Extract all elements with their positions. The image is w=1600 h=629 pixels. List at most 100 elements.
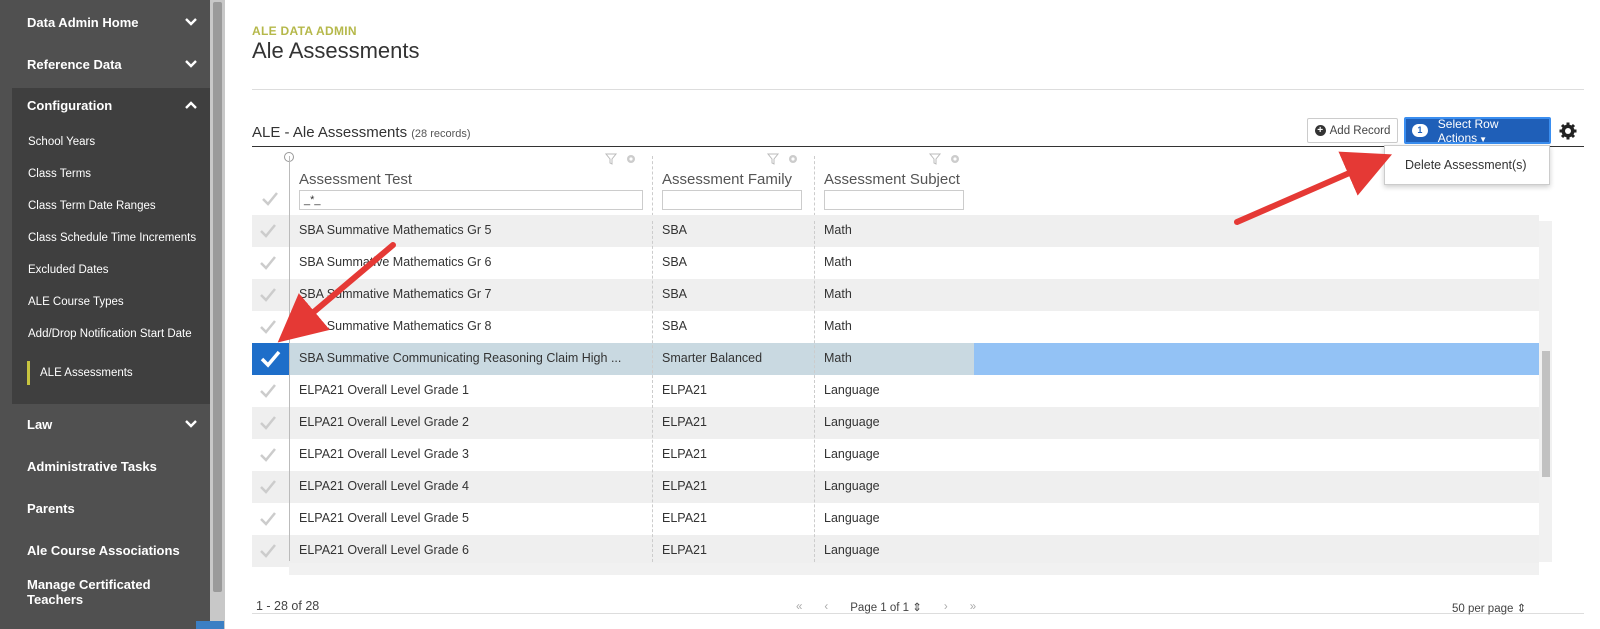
nav-ale-assessments[interactable]: ALE Assessments xyxy=(40,357,133,389)
divider xyxy=(289,156,290,561)
row-check-icon[interactable] xyxy=(258,446,278,464)
table-row[interactable]: SBA Summative Mathematics Gr 8 SBA Math xyxy=(252,311,1539,343)
row-check-icon[interactable] xyxy=(258,318,278,336)
pager-controls: « ‹ Page 1 of 1 ⇕ › » xyxy=(796,600,976,614)
grid-title-text: ALE - Ale Assessments xyxy=(252,124,408,141)
add-record-label: Add Record xyxy=(1329,124,1391,137)
row-check-icon[interactable] xyxy=(258,222,278,240)
nav-ale-course-types[interactable]: ALE Course Types xyxy=(28,286,124,318)
nav-class-terms[interactable]: Class Terms xyxy=(28,158,91,190)
row-selected-indicator[interactable] xyxy=(252,343,289,375)
sidebar-scrollbar[interactable] xyxy=(210,0,225,629)
sidebar: Data Admin Home Reference Data Configura… xyxy=(0,0,210,629)
row-check-icon[interactable] xyxy=(258,254,278,272)
cell-assessment-family: SBA xyxy=(662,255,688,269)
table-row[interactable]: ELPA21 Overall Level Grade 4 ELPA21 Langua… xyxy=(252,471,1539,503)
selected-count-badge: 1 xyxy=(1412,124,1428,137)
row-check-icon[interactable] xyxy=(258,510,278,528)
cell-assessment-subject: Math xyxy=(824,223,852,237)
cell-assessment-subject: Language xyxy=(824,447,880,461)
nav-add-drop-notification[interactable]: Add/Drop Notification Start Date xyxy=(28,318,192,350)
nav-administrative-tasks[interactable]: Administrative Tasks xyxy=(0,446,210,486)
page-title: Ale Assessments xyxy=(252,38,420,63)
filter-icon xyxy=(604,153,635,165)
per-page-select[interactable]: 50 per page ⇕ xyxy=(1452,601,1526,615)
chevron-down-icon xyxy=(184,57,198,71)
page-select[interactable]: Page 1 of 1 ⇕ xyxy=(850,600,922,614)
nav-manage-certificated-teachers[interactable]: Manage Certificated Teachers xyxy=(0,572,210,612)
row-check-icon[interactable] xyxy=(258,414,278,432)
settings-gear-icon[interactable] xyxy=(1558,121,1578,141)
nav-class-schedule-time-increments[interactable]: Class Schedule Time Increments xyxy=(28,222,196,254)
cell-assessment-test: ELPA21 Overall Level Grade 2 xyxy=(299,415,470,429)
nav-parents[interactable]: Parents xyxy=(0,488,210,528)
select-row-actions-button[interactable]: 1 Select Row Actions ▼ xyxy=(1404,117,1551,145)
table-row[interactable]: SBA Summative Mathematics Gr 5 SBA Math xyxy=(252,215,1539,247)
column-tools xyxy=(928,152,962,166)
table-row[interactable]: SBA Summative Mathematics Gr 6 SBA Math xyxy=(252,247,1539,279)
column-tools xyxy=(766,152,800,166)
scrollbar-thumb[interactable] xyxy=(213,2,222,592)
nav-reference-data[interactable]: Reference Data xyxy=(0,44,210,84)
cell-assessment-subject: Language xyxy=(824,511,880,525)
first-page-icon[interactable]: « xyxy=(796,601,802,613)
cell-assessment-subject: Math xyxy=(824,351,852,365)
row-check-icon[interactable] xyxy=(258,382,278,400)
nav-law[interactable]: Law xyxy=(0,404,210,444)
nav-label: Administrative Tasks xyxy=(27,458,157,474)
table-row[interactable]: SBA Summative Mathematics Gr 7 SBA Math xyxy=(252,279,1539,311)
page-overline: ALE DATA ADMIN xyxy=(252,24,357,38)
cell-assessment-test: SBA Summative Mathematics Gr 7 xyxy=(299,287,492,301)
nav-class-term-date-ranges[interactable]: Class Term Date Ranges xyxy=(28,190,156,222)
cell-assessment-family: ELPA21 xyxy=(662,447,707,461)
active-indicator xyxy=(27,361,30,385)
column-header-assessment-subject[interactable]: Assessment Subject xyxy=(824,171,960,188)
cell-assessment-subject: Math xyxy=(824,319,852,333)
cell-assessment-subject: Language xyxy=(824,383,880,397)
prev-page-icon[interactable]: ‹ xyxy=(824,601,828,613)
nav-school-years[interactable]: School Years xyxy=(28,126,95,158)
nav-data-admin-home[interactable]: Data Admin Home xyxy=(0,2,210,42)
last-page-icon[interactable]: » xyxy=(970,601,976,613)
assessment-family-filter-input[interactable] xyxy=(662,190,802,210)
select-all-check-icon[interactable] xyxy=(260,190,280,208)
cell-assessment-family: ELPA21 xyxy=(662,415,707,429)
pager-range: 1 - 28 of 28 xyxy=(256,599,320,613)
grid-vertical-scrollbar[interactable] xyxy=(1539,221,1552,562)
filter-icon xyxy=(766,153,797,165)
table-row[interactable]: ELPA21 Overall Level Grade 2 ELPA21 Langua… xyxy=(252,407,1539,439)
cell-assessment-test: ELPA21 Overall Level Grade 5 xyxy=(299,511,470,525)
cell-assessment-family: SBA xyxy=(662,223,688,237)
table-row[interactable]: ELPA21 Overall Level Grade 1 ELPA21 Langua… xyxy=(252,375,1539,407)
assessment-test-filter-input[interactable]: _*_ xyxy=(299,190,643,210)
row-check-icon[interactable] xyxy=(258,478,278,496)
nav-ale-course-associations[interactable]: Ale Course Associations xyxy=(0,530,210,570)
table-row[interactable]: ELPA21 Overall Level Grade 3 ELPA21 Langua… xyxy=(252,439,1539,471)
nav-label: Law xyxy=(27,416,53,432)
row-check-icon[interactable] xyxy=(258,542,278,560)
record-count: (28 records) xyxy=(411,128,471,140)
nav-label: Manage Certificated Teachers xyxy=(27,577,151,607)
cell-assessment-test: SBA Summative Communicating Reasoning Cl… xyxy=(299,351,622,365)
assessment-subject-filter-input[interactable] xyxy=(824,190,964,210)
cell-assessment-test: SBA Summative Mathematics Gr 5 xyxy=(299,223,492,237)
scrollbar-thumb[interactable] xyxy=(1542,351,1550,477)
table-row[interactable]: SBA Summative Communicating Reasoning Cl… xyxy=(252,343,1540,375)
add-record-button[interactable]: + Add Record xyxy=(1307,118,1398,143)
column-header-assessment-test[interactable]: Assessment Test xyxy=(299,171,412,188)
corner-tab xyxy=(196,621,224,629)
grid-title: ALE - Ale Assessments (28 records) xyxy=(252,124,471,141)
next-page-icon[interactable]: › xyxy=(944,601,948,613)
plus-circle-icon: + xyxy=(1314,125,1326,136)
table-row[interactable]: ELPA21 Overall Level Grade 5 ELPA21 Langua… xyxy=(252,503,1539,535)
cell-assessment-family: SBA xyxy=(662,319,688,333)
column-header-assessment-family[interactable]: Assessment Family xyxy=(662,171,792,188)
row-check-icon[interactable] xyxy=(258,286,278,304)
cell-assessment-family: ELPA21 xyxy=(662,383,707,397)
cell-assessment-subject: Language xyxy=(824,543,880,557)
grid-horizontal-scrollbar[interactable] xyxy=(289,563,1539,575)
nav-configuration[interactable]: Configuration xyxy=(0,85,210,125)
cell-assessment-subject: Language xyxy=(824,479,880,493)
data-grid: Assessment Test _*_ Assessment Family As… xyxy=(252,147,1584,577)
nav-excluded-dates[interactable]: Excluded Dates xyxy=(28,254,109,286)
